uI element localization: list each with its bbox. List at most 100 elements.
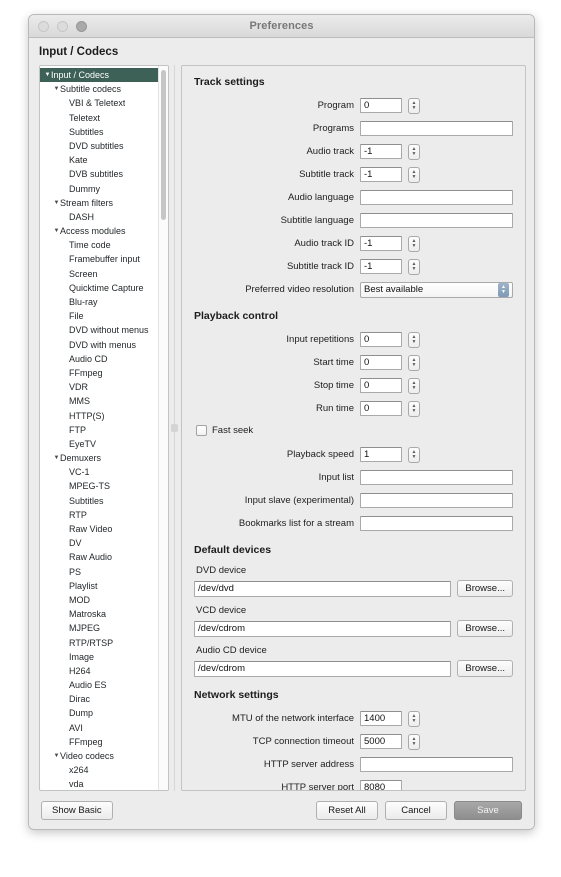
sidebar-item-dvb-subtitles[interactable]: ▼DVB subtitles bbox=[40, 167, 168, 181]
sidebar-item-subtitle-codecs[interactable]: ▼ Subtitle codecs bbox=[40, 82, 168, 96]
sidebar-item-matroska[interactable]: ▼Matroska bbox=[40, 607, 168, 621]
http-server-address-input[interactable] bbox=[360, 757, 513, 772]
split-divider[interactable] bbox=[169, 65, 181, 791]
stop-time-input[interactable] bbox=[360, 378, 402, 393]
start-time-input[interactable] bbox=[360, 355, 402, 370]
sidebar-item-dirac[interactable]: ▼Dirac bbox=[40, 692, 168, 706]
sidebar-item-eyetv[interactable]: ▼EyeTV bbox=[40, 437, 168, 451]
sidebar-item-video-codecs[interactable]: ▼ Video codecs bbox=[40, 749, 168, 763]
sidebar-item-avi[interactable]: ▼AVI bbox=[40, 721, 168, 735]
audio-track-id-stepper[interactable]: ▲ ▼ bbox=[408, 235, 420, 252]
sidebar-item-vc-1[interactable]: ▼VC-1 bbox=[40, 465, 168, 479]
sidebar-item-stream-filters[interactable]: ▼ Stream filters bbox=[40, 196, 168, 210]
sidebar-scrollbar[interactable] bbox=[158, 66, 168, 790]
sidebar-item-ffmpeg[interactable]: ▼FFmpeg bbox=[40, 366, 168, 380]
sidebar-item-mpeg-ts[interactable]: ▼MPEG-TS bbox=[40, 479, 168, 493]
bookmarks-list-input[interactable] bbox=[360, 516, 513, 531]
audio-cd-device-input[interactable] bbox=[194, 660, 452, 677]
sidebar-item-demuxers[interactable]: ▼ Demuxers bbox=[40, 451, 168, 465]
sidebar-item-audio-cd[interactable]: ▼Audio CD bbox=[40, 352, 168, 366]
sidebar-item-image[interactable]: ▼Image bbox=[40, 650, 168, 664]
audio-track-id-input[interactable] bbox=[360, 236, 402, 251]
sidebar-item-dvd-with-menus[interactable]: ▼DVD with menus bbox=[40, 338, 168, 352]
playback-speed-input[interactable] bbox=[360, 447, 402, 462]
cancel-button[interactable]: Cancel bbox=[385, 800, 447, 820]
start-time-stepper[interactable]: ▲ ▼ bbox=[408, 354, 420, 371]
zoom-button-icon[interactable] bbox=[76, 20, 87, 32]
input-list-input[interactable] bbox=[360, 470, 513, 485]
chevron-down-icon[interactable]: ▼ bbox=[53, 451, 60, 465]
tcp-timeout-input[interactable] bbox=[360, 734, 402, 749]
sidebar-item-input-codecs[interactable]: ▼ Input / Codecs bbox=[40, 68, 168, 83]
sidebar-item-dash[interactable]: ▼DASH bbox=[40, 210, 168, 224]
sidebar-item-dv[interactable]: ▼DV bbox=[40, 536, 168, 550]
chevron-down-icon[interactable]: ▼ bbox=[53, 82, 60, 96]
sidebar-item-rtp-rtsp[interactable]: ▼RTP/RTSP bbox=[40, 636, 168, 650]
audio-track-input[interactable] bbox=[360, 144, 402, 159]
run-time-stepper[interactable]: ▲ ▼ bbox=[408, 400, 420, 417]
chevron-down-icon[interactable]: ▼ bbox=[53, 224, 60, 238]
sidebar-item-ps[interactable]: ▼PS bbox=[40, 565, 168, 579]
input-repetitions-input[interactable] bbox=[360, 332, 402, 347]
sidebar-item-subtitles[interactable]: ▼Subtitles bbox=[40, 125, 168, 139]
dvd-device-browse-button[interactable]: Browse... bbox=[457, 580, 513, 597]
sidebar-item-h264[interactable]: ▼H264 bbox=[40, 664, 168, 678]
sidebar-item-raw-audio[interactable]: ▼Raw Audio bbox=[40, 550, 168, 564]
input-repetitions-stepper[interactable]: ▲ ▼ bbox=[408, 331, 420, 348]
fast-seek-row[interactable]: Fast seek bbox=[196, 423, 513, 438]
playback-speed-stepper[interactable]: ▲ ▼ bbox=[408, 446, 420, 463]
sidebar-item-time-code[interactable]: ▼Time code bbox=[40, 238, 168, 252]
sidebar-item-vbi-teletext[interactable]: ▼VBI & Teletext bbox=[40, 96, 168, 110]
preferred-video-resolution-select[interactable]: Best available ▲ ▼ bbox=[360, 281, 513, 298]
sidebar-item-dvd-without-menus[interactable]: ▼DVD without menus bbox=[40, 323, 168, 337]
sidebar-item-vda[interactable]: ▼vda bbox=[40, 777, 168, 790]
sidebar-item-mms[interactable]: ▼MMS bbox=[40, 394, 168, 408]
sidebar-item-ftp[interactable]: ▼FTP bbox=[40, 423, 168, 437]
subtitle-track-id-input[interactable] bbox=[360, 259, 402, 274]
sidebar-item-file[interactable]: ▼File bbox=[40, 309, 168, 323]
vcd-device-input[interactable] bbox=[194, 620, 452, 637]
sidebar-item-dump[interactable]: ▼Dump bbox=[40, 706, 168, 720]
audio-language-input[interactable] bbox=[360, 190, 513, 205]
show-basic-button[interactable]: Show Basic bbox=[41, 800, 113, 820]
sidebar-item-x264[interactable]: ▼x264 bbox=[40, 763, 168, 777]
audio-cd-device-browse-button[interactable]: Browse... bbox=[457, 660, 513, 677]
sidebar-item-audio-es[interactable]: ▼Audio ES bbox=[40, 678, 168, 692]
tcp-timeout-stepper[interactable]: ▲ ▼ bbox=[408, 733, 420, 750]
vcd-device-browse-button[interactable]: Browse... bbox=[457, 620, 513, 637]
program-stepper[interactable]: ▲ ▼ bbox=[408, 97, 420, 114]
divider-grip-icon[interactable] bbox=[171, 424, 178, 432]
minimize-button-icon[interactable] bbox=[57, 20, 68, 32]
program-input[interactable] bbox=[360, 98, 402, 113]
sidebar-item-mjpeg[interactable]: ▼MJPEG bbox=[40, 621, 168, 635]
chevron-down-icon[interactable]: ▼ bbox=[44, 68, 51, 82]
programs-input[interactable] bbox=[360, 121, 513, 136]
mtu-input[interactable] bbox=[360, 711, 402, 726]
subtitle-track-id-stepper[interactable]: ▲ ▼ bbox=[408, 258, 420, 275]
settings-tree[interactable]: ▼Input / Codecs▼Subtitle codecs▼VBI & Te… bbox=[39, 65, 169, 791]
subtitle-track-stepper[interactable]: ▲ ▼ bbox=[408, 166, 420, 183]
input-slave-input[interactable] bbox=[360, 493, 513, 508]
dvd-device-input[interactable] bbox=[194, 580, 452, 597]
http-server-port-input[interactable] bbox=[360, 780, 402, 790]
audio-track-stepper[interactable]: ▲ ▼ bbox=[408, 143, 420, 160]
run-time-input[interactable] bbox=[360, 401, 402, 416]
save-button[interactable]: Save bbox=[454, 800, 522, 820]
sidebar-item-screen[interactable]: ▼Screen bbox=[40, 267, 168, 281]
sidebar-item-ffmpeg[interactable]: ▼FFmpeg bbox=[40, 735, 168, 749]
sidebar-item-rtp[interactable]: ▼RTP bbox=[40, 508, 168, 522]
sidebar-item-framebuffer-input[interactable]: ▼Framebuffer input bbox=[40, 252, 168, 266]
sidebar-item-vdr[interactable]: ▼VDR bbox=[40, 380, 168, 394]
stop-time-stepper[interactable]: ▲ ▼ bbox=[408, 377, 420, 394]
sidebar-item-playlist[interactable]: ▼Playlist bbox=[40, 579, 168, 593]
sidebar-item-dummy[interactable]: ▼Dummy bbox=[40, 182, 168, 196]
sidebar-item-mod[interactable]: ▼MOD bbox=[40, 593, 168, 607]
mtu-stepper[interactable]: ▲ ▼ bbox=[408, 710, 420, 727]
sidebar-item-http-s[interactable]: ▼HTTP(S) bbox=[40, 409, 168, 423]
sidebar-item-quicktime-capture[interactable]: ▼Quicktime Capture bbox=[40, 281, 168, 295]
chevron-down-icon[interactable]: ▼ bbox=[53, 749, 60, 763]
sidebar-item-teletext[interactable]: ▼Teletext bbox=[40, 111, 168, 125]
chevron-down-icon[interactable]: ▼ bbox=[53, 196, 60, 210]
sidebar-item-raw-video[interactable]: ▼Raw Video bbox=[40, 522, 168, 536]
subtitle-track-input[interactable] bbox=[360, 167, 402, 182]
